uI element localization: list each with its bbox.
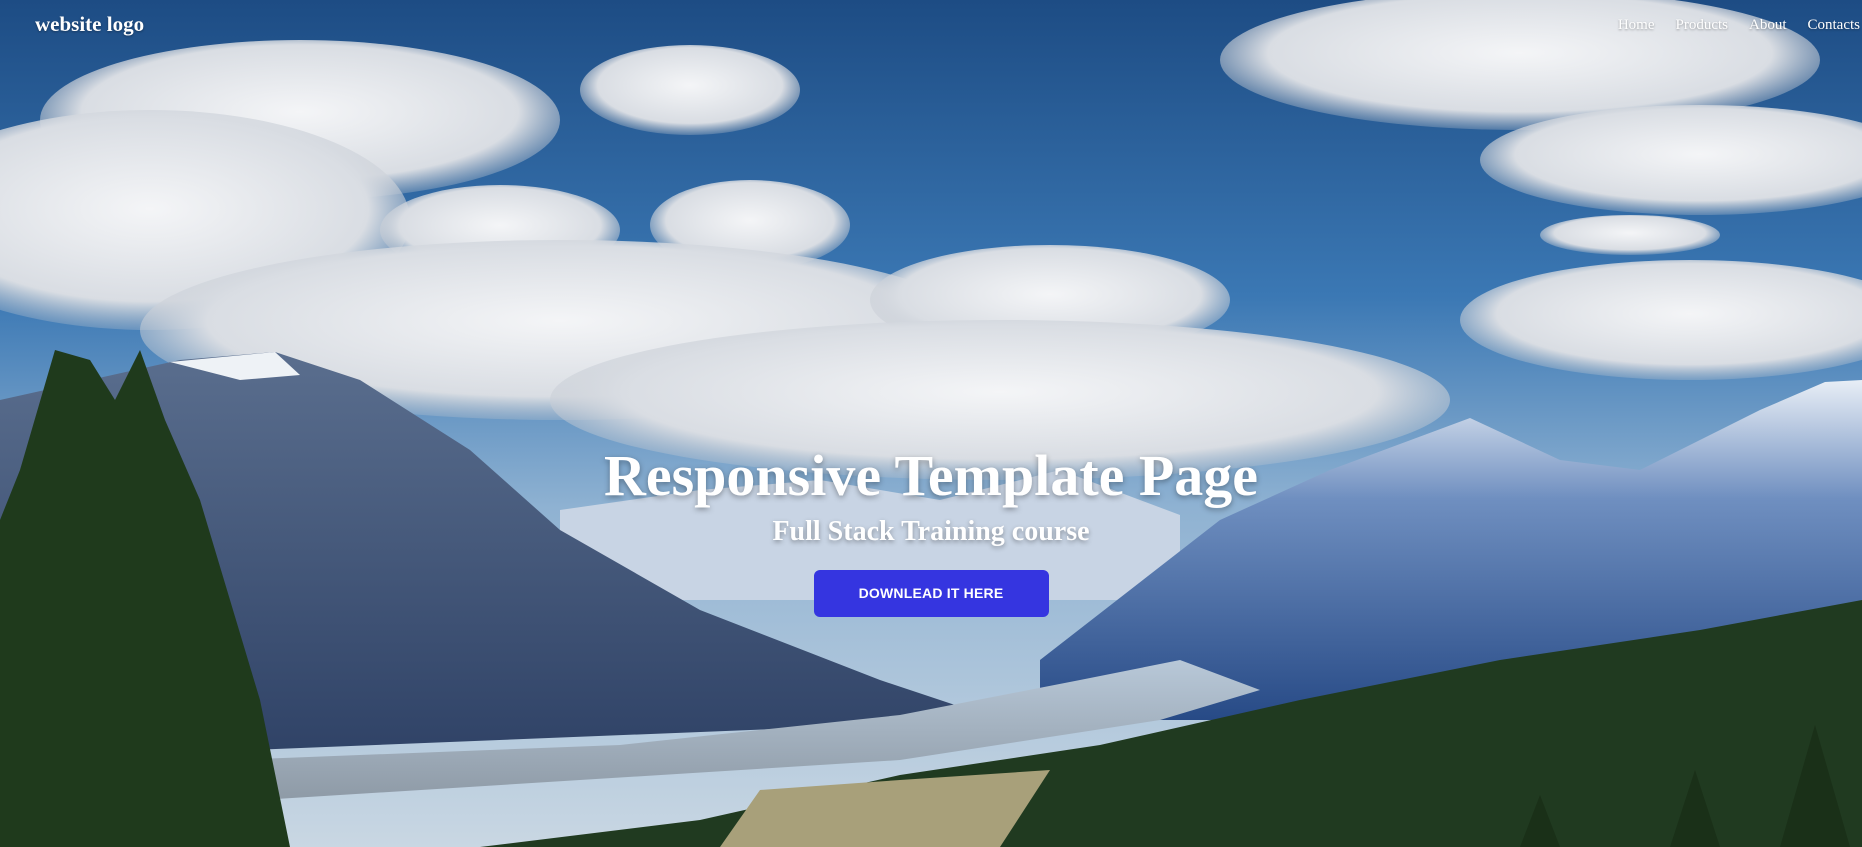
nav-links: Home Products About Contacts — [1597, 16, 1860, 34]
nav-link-about[interactable]: About — [1749, 17, 1787, 33]
nav-link-products[interactable]: Products — [1676, 17, 1729, 33]
nav-link-contacts[interactable]: Contacts — [1808, 17, 1861, 33]
download-button[interactable]: DOWNLEAD IT HERE — [813, 570, 1049, 617]
nav-item-home: Home — [1618, 16, 1655, 34]
nav-item-contacts: Contacts — [1808, 16, 1861, 34]
hero-title: Responsive Template Page — [603, 443, 1259, 508]
hero-section: website logo Home Products About Contact… — [0, 0, 1862, 847]
nav-link-home[interactable]: Home — [1618, 17, 1655, 33]
nav-item-about: About — [1749, 16, 1787, 34]
hero-subtitle: Full Stack Training course — [772, 516, 1090, 547]
nav-item-products: Products — [1676, 16, 1729, 34]
navbar: website logo Home Products About Contact… — [0, 0, 1862, 52]
hero-background-image — [0, 0, 1862, 847]
hero-content: Responsive Template Page Full Stack Trai… — [0, 440, 1862, 617]
website-logo[interactable]: website logo — [35, 12, 144, 37]
